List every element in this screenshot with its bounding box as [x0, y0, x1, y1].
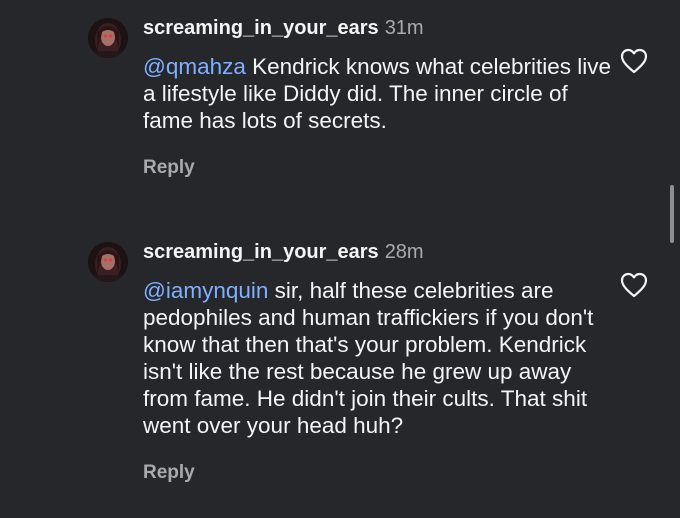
comment-time: 28m — [384, 241, 424, 263]
reply-button[interactable]: Reply — [143, 461, 613, 485]
comment-time: 31m — [384, 17, 424, 39]
comment-meta: screaming_in_your_ears 28m — [143, 240, 613, 264]
username[interactable]: screaming_in_your_ears — [143, 17, 379, 39]
comment-body: screaming_in_your_ears 28m @iamynquin sir… — [143, 240, 613, 485]
heart-icon[interactable] — [620, 272, 648, 298]
avatar[interactable] — [88, 242, 128, 282]
mention-link[interactable]: @qmahza — [143, 54, 246, 79]
mention-link[interactable]: @iamynquin — [143, 278, 268, 303]
username[interactable]: screaming_in_your_ears — [143, 241, 379, 263]
comment-body: screaming_in_your_ears 31m @qmahza Kendri… — [143, 16, 613, 180]
reply-button[interactable]: Reply — [143, 156, 613, 180]
comment-text: @iamynquin sir, half these celebrities a… — [143, 277, 613, 439]
scrollbar[interactable] — [670, 185, 674, 243]
heart-icon[interactable] — [620, 48, 648, 74]
comment-text: @qmahza Kendrick knows what celebrities … — [143, 53, 613, 134]
avatar[interactable] — [88, 18, 128, 58]
comment-meta: screaming_in_your_ears 31m — [143, 16, 613, 40]
